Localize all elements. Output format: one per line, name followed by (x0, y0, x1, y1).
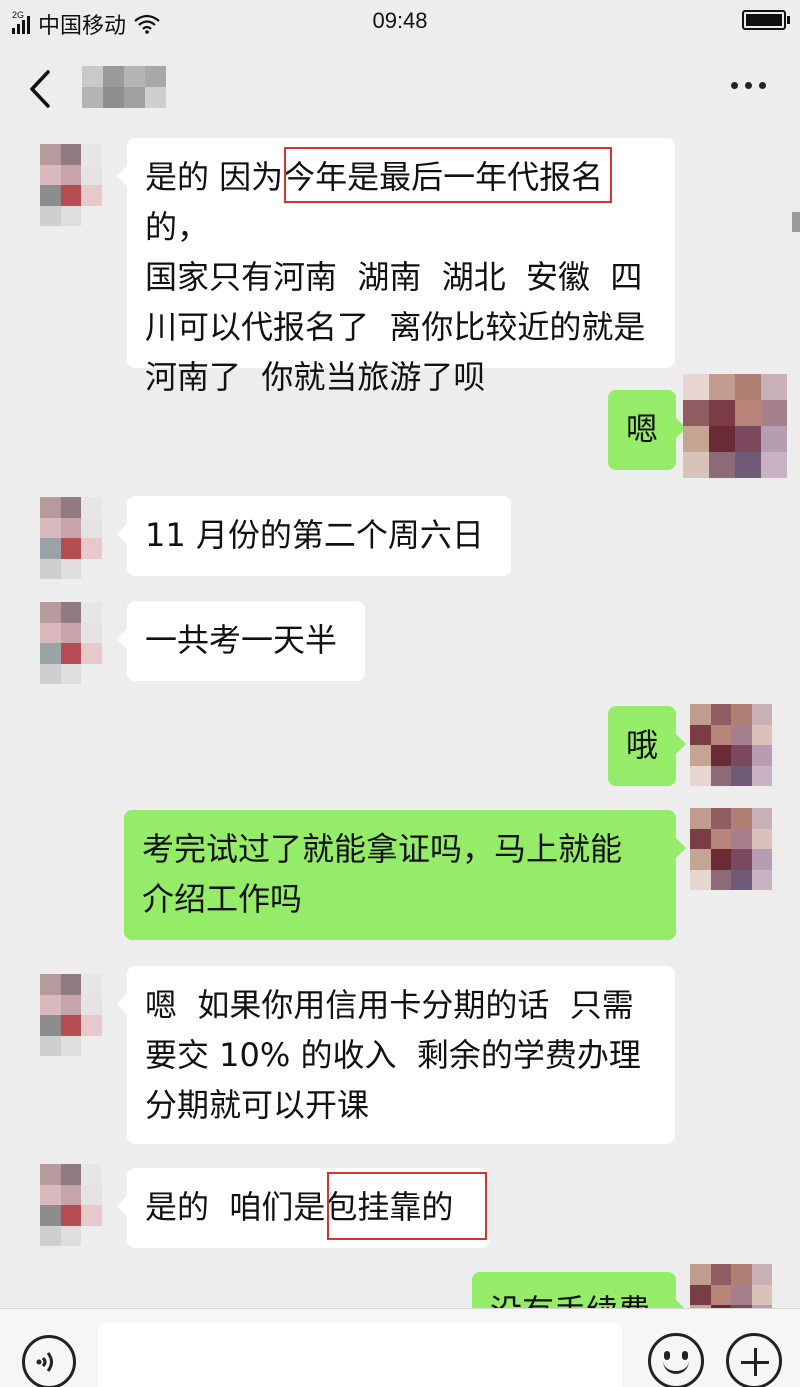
message-input[interactable] (98, 1323, 622, 1387)
voice-icon (36, 1352, 53, 1372)
clock: 09:48 (372, 8, 428, 33)
contact-avatar[interactable] (40, 1164, 122, 1246)
status-bar: 2G 中国移动 09:48 (0, 0, 800, 44)
voice-button[interactable] (22, 1335, 76, 1387)
scroll-indicator[interactable] (792, 212, 800, 232)
contact-avatar[interactable] (40, 144, 122, 226)
back-button[interactable] (20, 66, 60, 112)
chat-area: 是的 因为今年是最后一年代报名的， 国家只有河南 湖南 湖北 安徽 四 川可以代… (0, 134, 800, 1308)
message-bubble-outgoing[interactable]: 嗯 (608, 390, 686, 470)
battery-icon (742, 10, 790, 30)
highlight-box (284, 147, 612, 203)
more-options-button[interactable] (726, 1333, 782, 1387)
contact-avatar[interactable] (40, 497, 122, 579)
message-bubble-outgoing[interactable]: 哦 (608, 706, 686, 786)
nav-bar (0, 44, 800, 134)
my-avatar[interactable] (690, 704, 772, 786)
message-bubble-incoming[interactable]: 11 月份的第二个周六日 (117, 496, 511, 576)
contact-name (82, 66, 166, 108)
my-avatar[interactable] (683, 374, 787, 478)
emoji-button[interactable] (648, 1333, 704, 1387)
message-bubble-outgoing[interactable]: 没有手续费 (472, 1272, 686, 1308)
contact-avatar[interactable] (40, 602, 122, 684)
contact-avatar[interactable] (40, 974, 122, 1056)
my-avatar[interactable] (690, 1264, 772, 1308)
my-avatar[interactable] (690, 808, 772, 890)
message-bubble-incoming[interactable]: 嗯 如果你用信用卡分期的话 只需 要交 10% 的收入 剩余的学费办理 分期就可… (117, 966, 675, 1144)
more-button[interactable] (731, 82, 766, 89)
message-bubble-incoming[interactable]: 一共考一天半 (117, 601, 365, 681)
highlight-box (327, 1172, 487, 1240)
input-bar (0, 1308, 800, 1387)
message-bubble-outgoing[interactable]: 考完试过了就能拿证吗，马上就能 介绍工作吗 (124, 810, 686, 940)
